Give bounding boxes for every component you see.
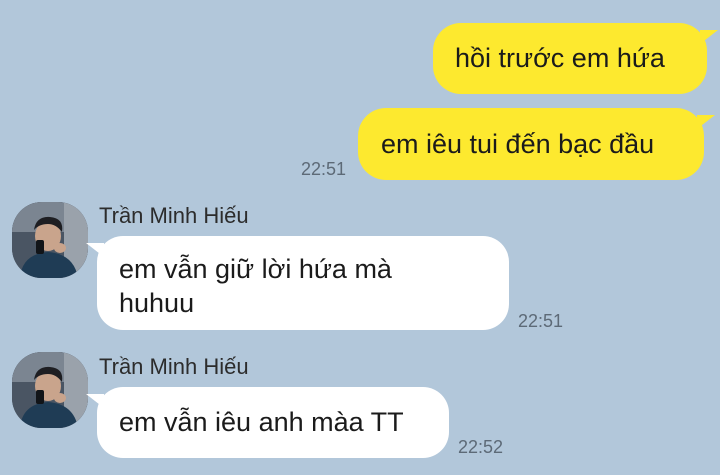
sender-name: Trần Minh Hiếu xyxy=(99,203,249,228)
outgoing-message-bubble[interactable]: hồi trước em hứa xyxy=(433,23,707,94)
message-timestamp: 22:51 xyxy=(518,311,564,331)
message-text-line: huhuu xyxy=(119,288,195,318)
message-text: em vẫn iêu anh màa TT xyxy=(119,407,404,437)
incoming-message-bubble[interactable]: em vẫn iêu anh màa TT xyxy=(97,387,449,458)
bubble-tail xyxy=(86,243,104,257)
bubble-tail xyxy=(697,115,715,129)
message-text: em iêu tui đến bạc đầu xyxy=(381,129,655,159)
message-timestamp: 22:51 xyxy=(301,159,347,179)
bubble-tail xyxy=(700,30,718,44)
profile-photo-avatar-icon xyxy=(12,202,88,278)
incoming-message-bubble[interactable]: em vẫn giữ lời hứa mà huhuu xyxy=(97,236,509,330)
message-text: hồi trước em hứa xyxy=(455,43,665,73)
chat-message-area[interactable]: hồi trước em hứa em iêu tui đến bạc đầu … xyxy=(0,0,720,475)
message-timestamp: 22:52 xyxy=(458,437,504,457)
outgoing-message-bubble[interactable]: em iêu tui đến bạc đầu xyxy=(358,108,704,180)
sender-avatar[interactable] xyxy=(12,352,88,428)
message-text-line: em vẫn giữ lời hứa mà xyxy=(119,254,392,284)
profile-photo-avatar-icon xyxy=(12,352,88,428)
bubble-tail xyxy=(86,394,104,408)
sender-name: Trần Minh Hiếu xyxy=(99,354,249,379)
sender-avatar[interactable] xyxy=(12,202,88,278)
